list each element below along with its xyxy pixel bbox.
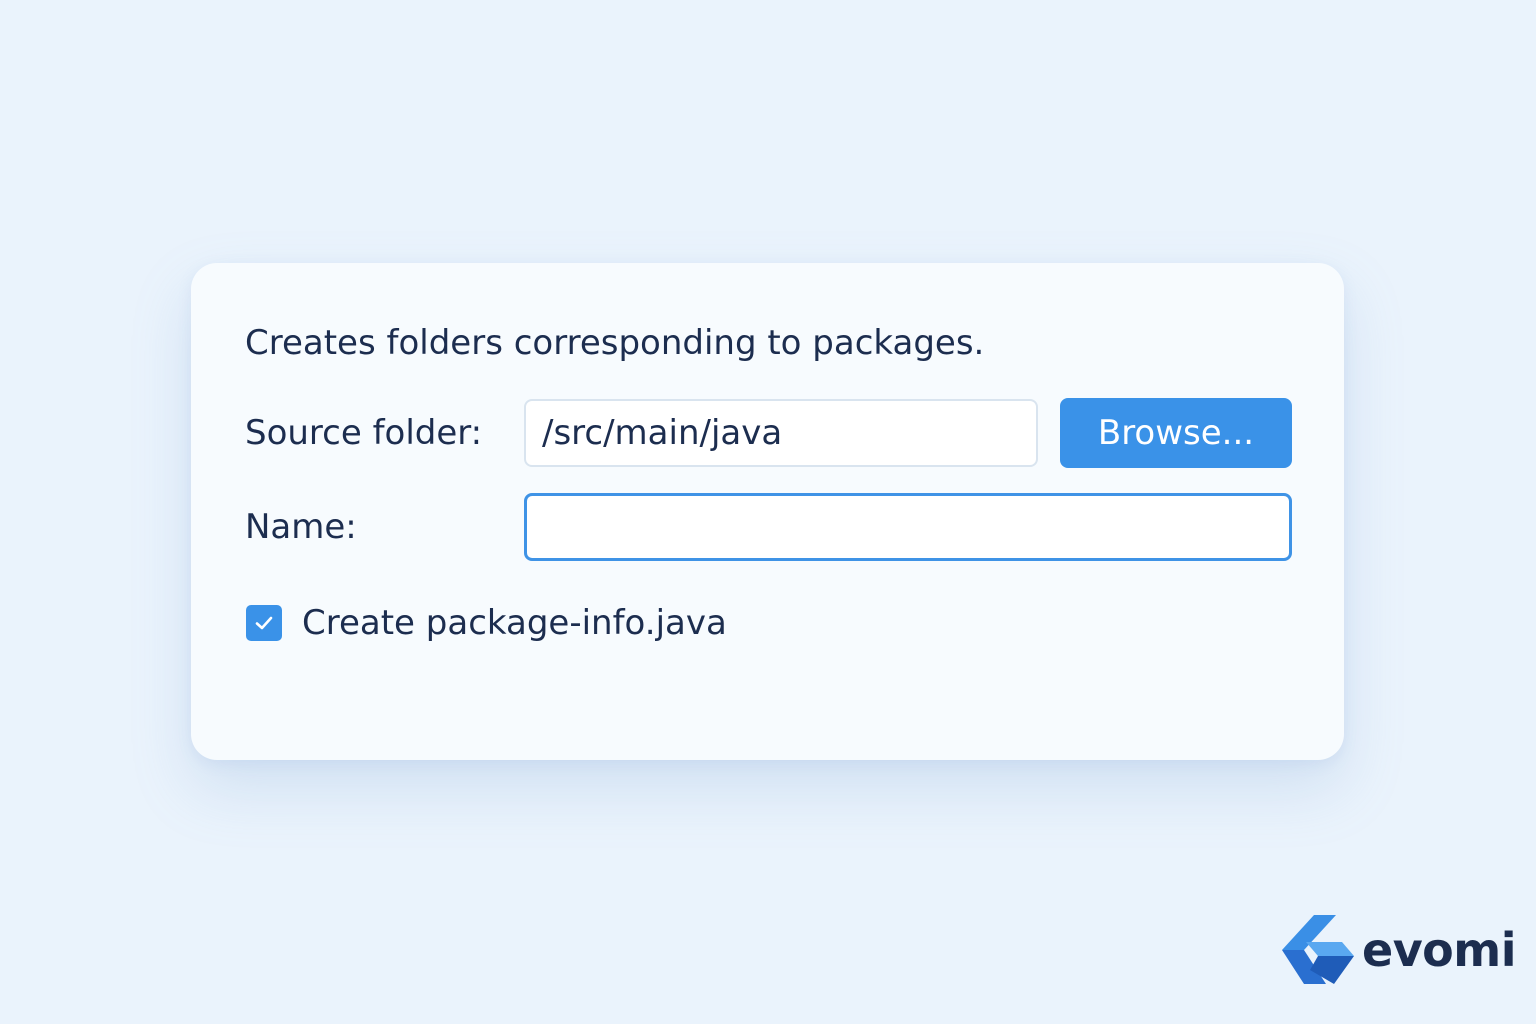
browse-button[interactable]: Browse... — [1060, 398, 1292, 468]
package-info-option[interactable]: Create package-info.java — [246, 603, 727, 643]
source-folder-input[interactable] — [524, 399, 1038, 467]
dialog-description: Creates folders corresponding to package… — [245, 323, 985, 363]
brand-name: evomi — [1362, 923, 1517, 977]
evomi-logo: evomi — [1280, 912, 1517, 988]
source-folder-label: Source folder: — [245, 413, 483, 453]
checkmark-icon — [255, 616, 273, 630]
new-package-dialog: Creates folders corresponding to package… — [191, 263, 1344, 760]
name-label: Name: — [245, 507, 357, 547]
package-info-checkbox[interactable] — [246, 605, 282, 641]
evomi-logo-icon — [1282, 915, 1354, 984]
name-input[interactable] — [524, 493, 1292, 561]
package-info-label: Create package-info.java — [302, 603, 727, 643]
